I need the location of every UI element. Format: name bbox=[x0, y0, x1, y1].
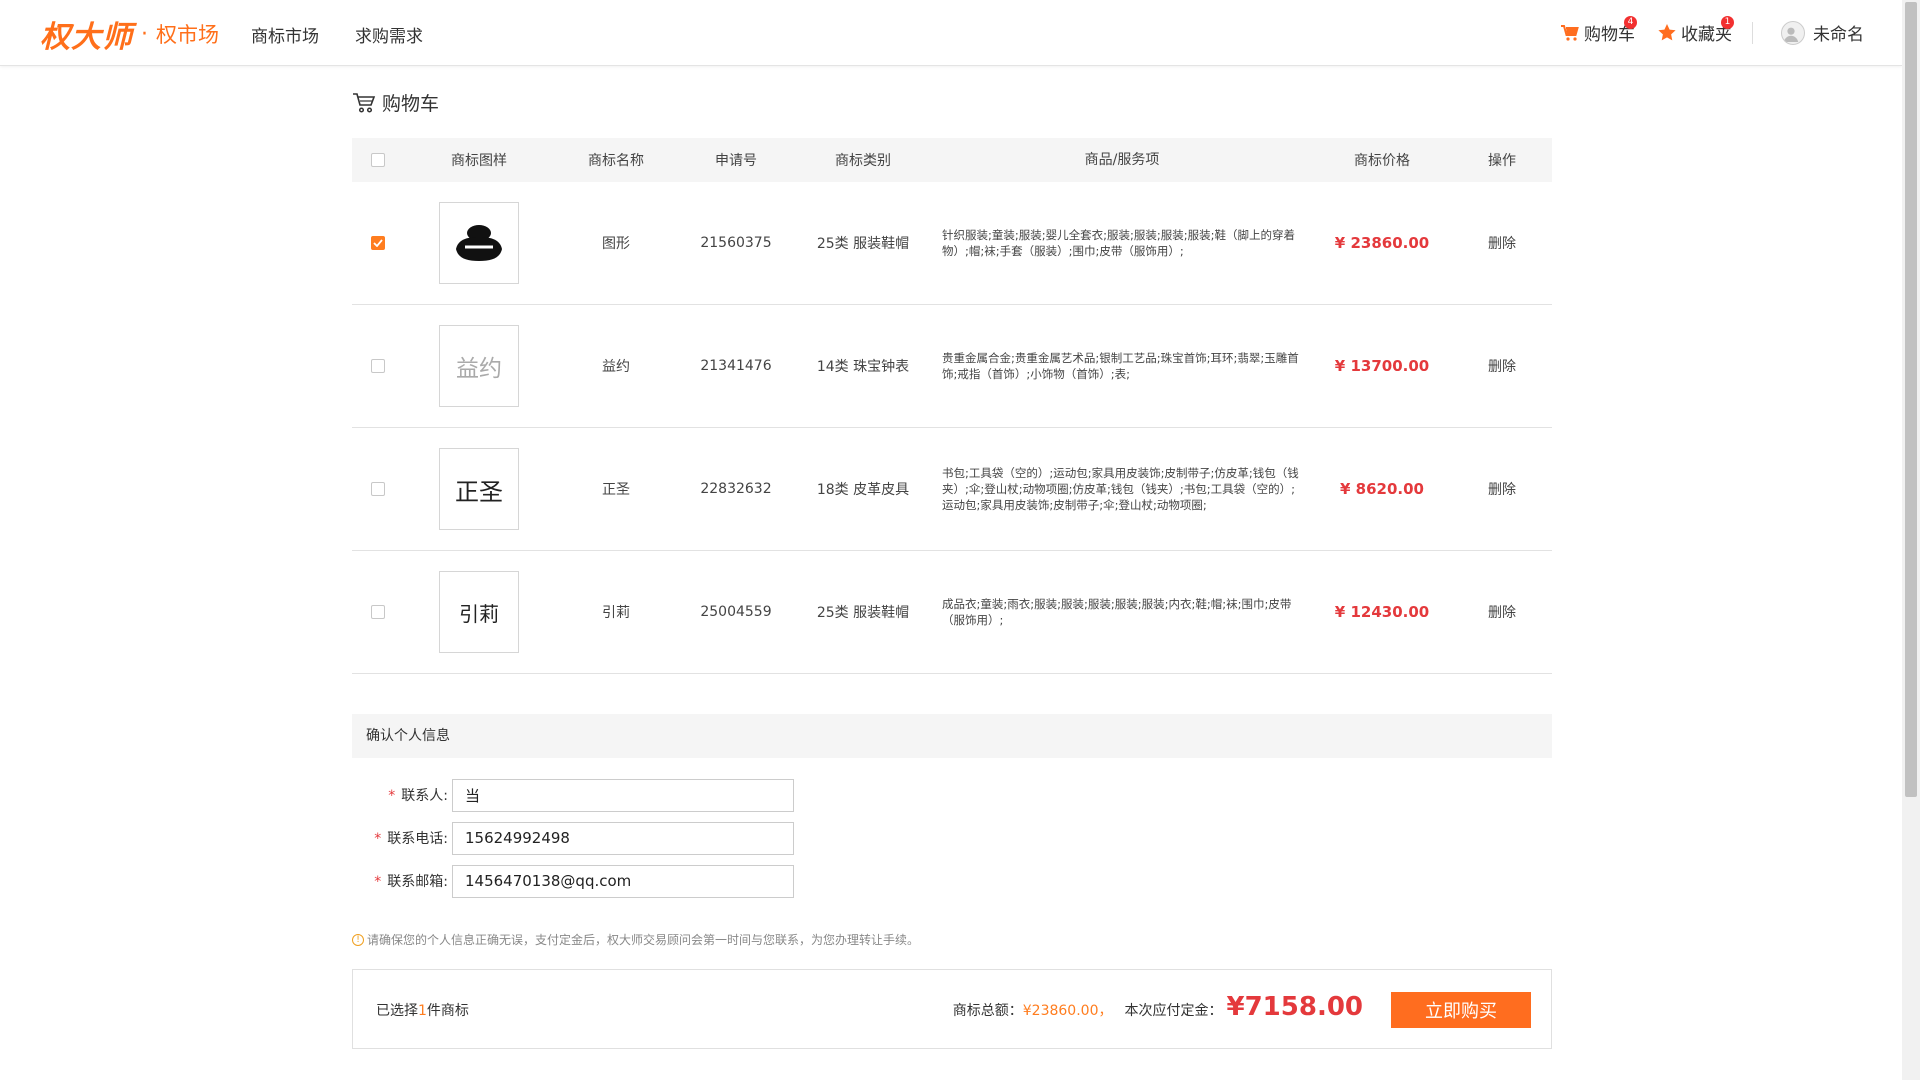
contact-label: * 联系人: bbox=[388, 788, 448, 804]
trademark-image bbox=[439, 202, 519, 284]
table-row: 正圣 正圣 22832632 18类 皮革皮具 书包;工具袋（空的）;运动包;家… bbox=[352, 428, 1552, 551]
top-navbar: 权大师 · 权市场 商标市场 求购需求 购物车 4 收藏夹 1 未命名 bbox=[0, 0, 1902, 66]
application-number: 22832632 bbox=[700, 481, 772, 497]
buy-now-button[interactable]: 立即购买 bbox=[1391, 992, 1531, 1028]
col-header-category: 商标类别 bbox=[835, 153, 891, 169]
trademark-image: 正圣 bbox=[439, 448, 519, 530]
row-checkbox[interactable] bbox=[371, 482, 385, 496]
goods-services: 针织服装;童装;服装;婴儿全套衣;服装;服装;服装;服装;鞋（脚上的穿着物）;帽… bbox=[942, 228, 1295, 258]
phone-label: * 联系电话: bbox=[374, 831, 448, 847]
required-mark: * bbox=[374, 874, 382, 890]
col-header-image: 商标图样 bbox=[451, 153, 507, 169]
cart-icon bbox=[1561, 24, 1579, 41]
brand[interactable]: 权大师 · 权市场 bbox=[40, 12, 219, 56]
trademark-category: 18类 皮革皮具 bbox=[816, 482, 910, 498]
divider bbox=[1752, 21, 1753, 44]
nav-trademark-market[interactable]: 商标市场 bbox=[251, 22, 319, 47]
application-number: 25004559 bbox=[700, 604, 772, 620]
application-number: 21341476 bbox=[700, 358, 772, 374]
brand-separator: · bbox=[141, 21, 148, 47]
trademark-image: 益约 bbox=[439, 325, 519, 407]
brand-logo[interactable]: 权大师 bbox=[40, 12, 133, 56]
select-all-checkbox[interactable] bbox=[371, 153, 385, 167]
selected-count-text: 已选择1件商标 bbox=[376, 1003, 469, 1019]
delete-link[interactable]: 删除 bbox=[1452, 356, 1552, 376]
goods-services: 贵重金属合金;贵重金属艺术品;银制工艺品;珠宝首饰;耳环;翡翠;玉雕首饰;戒指（… bbox=[942, 351, 1299, 381]
email-input[interactable] bbox=[452, 864, 794, 898]
star-icon bbox=[1658, 24, 1676, 41]
scrollbar-thumb[interactable] bbox=[1905, 2, 1917, 797]
cart-outline-icon bbox=[353, 92, 376, 113]
page-title-text: 购物车 bbox=[382, 93, 440, 115]
trademark-price: ¥ 12430.00 bbox=[1334, 603, 1430, 621]
trademark-category: 25类 服装鞋帽 bbox=[816, 236, 910, 252]
trademark-price: ¥ 23860.00 bbox=[1334, 234, 1430, 252]
contact-row: * 联系人: bbox=[352, 778, 852, 812]
user-menu[interactable]: 未命名 bbox=[1781, 20, 1864, 45]
warning-icon: ! bbox=[352, 933, 364, 946]
goods-services: 成品衣;童装;雨衣;服装;服装;服装;服装;服装;内衣;鞋;帽;袜;围巾;皮带（… bbox=[942, 597, 1292, 627]
deposit-label: 本次应付定金： bbox=[1124, 1003, 1223, 1019]
col-header-name: 商标名称 bbox=[588, 153, 644, 169]
nav-purchase-demand[interactable]: 求购需求 bbox=[355, 22, 423, 47]
row-checkbox[interactable] bbox=[371, 236, 385, 250]
required-mark: * bbox=[374, 831, 382, 847]
total-amount: ¥23860.00， bbox=[1022, 1003, 1113, 1019]
check-icon bbox=[373, 239, 383, 247]
total-label: 商标总额： bbox=[952, 1003, 1023, 1019]
delete-link[interactable]: 删除 bbox=[1452, 602, 1552, 622]
info-notice: ! 请确保您的个人信息正确无误，支付定金后，权大师交易顾问会第一时间与您联系，为… bbox=[352, 931, 919, 948]
favorites-link[interactable]: 收藏夹 1 bbox=[1657, 16, 1734, 45]
trademark-price: ¥ 13700.00 bbox=[1334, 357, 1430, 375]
cart-table: 商标图样 商标名称 申请号 商标类别 商品/服务项 商标价格 操作 图形 215… bbox=[352, 138, 1552, 674]
trademark-image: 引莉 bbox=[439, 571, 519, 653]
trademark-category: 14类 珠宝钟表 bbox=[816, 359, 910, 375]
price-summary: 商标总额： ¥23860.00， 本次应付定金： ¥7158.00 bbox=[953, 992, 1363, 1022]
delete-link[interactable]: 删除 bbox=[1452, 233, 1552, 253]
email-row: * 联系邮箱: bbox=[352, 864, 852, 898]
application-number: 21560375 bbox=[700, 235, 772, 251]
col-header-goods: 商品/服务项 bbox=[1084, 152, 1160, 168]
table-row: 引莉 引莉 25004559 25类 服装鞋帽 成品衣;童装;雨衣;服装;服装;… bbox=[352, 551, 1552, 674]
avatar bbox=[1781, 20, 1805, 45]
phone-row: * 联系电话: bbox=[352, 821, 852, 855]
user-icon bbox=[1783, 27, 1799, 42]
trademark-category: 25类 服装鞋帽 bbox=[816, 605, 910, 621]
trademark-name: 图形 bbox=[602, 236, 630, 252]
trademark-name: 益约 bbox=[602, 359, 630, 375]
trademark-name: 正圣 bbox=[602, 482, 630, 498]
col-header-app-no: 申请号 bbox=[715, 153, 757, 169]
cart-link[interactable]: 购物车 4 bbox=[1560, 16, 1637, 45]
table-header: 商标图样 商标名称 申请号 商标类别 商品/服务项 商标价格 操作 bbox=[352, 138, 1552, 182]
col-header-price: 商标价格 bbox=[1354, 153, 1410, 169]
col-header-action: 操作 bbox=[1488, 153, 1516, 169]
phone-input[interactable] bbox=[452, 821, 794, 855]
row-checkbox[interactable] bbox=[371, 605, 385, 619]
trademark-name: 引莉 bbox=[602, 605, 630, 621]
notice-text: 请确保您的个人信息正确无误，支付定金后，权大师交易顾问会第一时间与您联系，为您办… bbox=[367, 933, 920, 947]
favorites-count-badge: 1 bbox=[1721, 16, 1734, 29]
user-name: 未命名 bbox=[1813, 25, 1864, 45]
top-right-menu: 购物车 4 收藏夹 1 未命名 bbox=[1560, 16, 1864, 45]
trademark-graphic bbox=[456, 225, 502, 261]
delete-link[interactable]: 删除 bbox=[1452, 479, 1552, 499]
main-nav: 商标市场 求购需求 bbox=[251, 22, 423, 47]
row-checkbox[interactable] bbox=[371, 359, 385, 373]
goods-services: 书包;工具袋（空的）;运动包;家具用皮装饰;皮制带子;仿皮革;钱包（钱夹）;伞;… bbox=[942, 466, 1299, 512]
table-row: 益约 益约 21341476 14类 珠宝钟表 贵重金属合金;贵重金属艺术品;银… bbox=[352, 305, 1552, 428]
page-title: 购物车 bbox=[352, 89, 439, 116]
email-label: * 联系邮箱: bbox=[374, 874, 448, 890]
cart-count-badge: 4 bbox=[1624, 16, 1637, 29]
contact-input[interactable] bbox=[452, 778, 794, 812]
selected-count: 1 bbox=[418, 1003, 427, 1019]
trademark-price: ¥ 8620.00 bbox=[1340, 480, 1424, 498]
required-mark: * bbox=[388, 788, 396, 804]
scrollbar[interactable] bbox=[1902, 0, 1920, 1080]
checkout-summary: 已选择1件商标 商标总额： ¥23860.00， 本次应付定金： ¥7158.0… bbox=[352, 969, 1552, 1049]
deposit-amount: ¥7158.00 bbox=[1226, 992, 1363, 1022]
table-row: 图形 21560375 25类 服装鞋帽 针织服装;童装;服装;婴儿全套衣;服装… bbox=[352, 182, 1552, 305]
section-title-personal-info: 确认个人信息 bbox=[352, 714, 1552, 758]
sub-brand-link[interactable]: 权市场 bbox=[156, 19, 219, 49]
